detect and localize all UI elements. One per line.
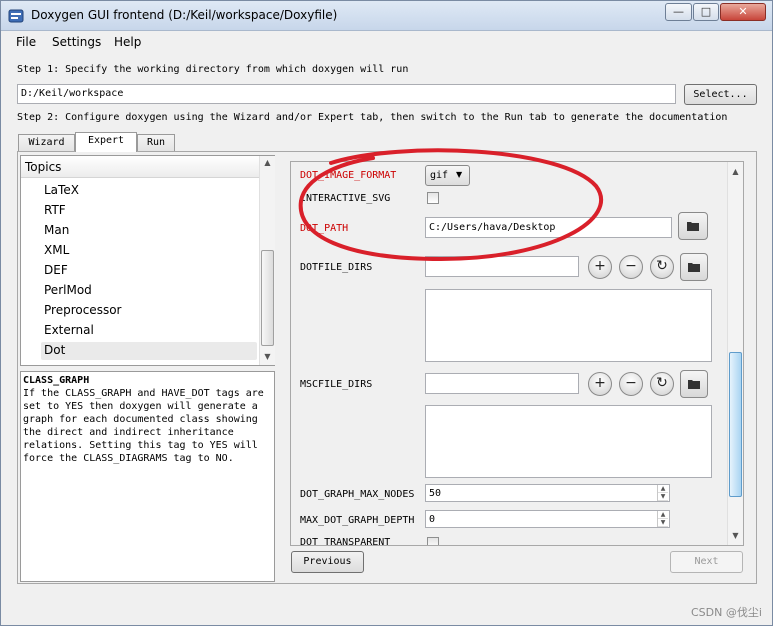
mscfile-dirs-add-button[interactable]: + <box>588 372 612 396</box>
mscfile-dirs-label: MSCFILE_DIRS <box>300 379 373 390</box>
working-directory-value: D:/Keil/workspace <box>21 88 124 99</box>
scroll-up-arrow-icon[interactable]: ▲ <box>260 158 275 167</box>
help-text-box: CLASS_GRAPH If the CLASS_GRAPH and HAVE_… <box>20 371 275 582</box>
max-dot-graph-depth-stepper[interactable]: ▲ ▼ <box>657 511 668 527</box>
tab-wizard[interactable]: Wizard <box>18 134 75 152</box>
dot-graph-max-nodes-label: DOT_GRAPH_MAX_NODES <box>300 489 415 500</box>
mscfile-dirs-refresh-button[interactable]: ↻ <box>650 372 674 396</box>
tab-run[interactable]: Run <box>137 134 175 152</box>
dot-graph-max-nodes-value: 50 <box>429 488 442 499</box>
topic-item-dot[interactable]: Dot <box>44 343 65 357</box>
topics-header: Topics <box>21 156 259 178</box>
max-dot-graph-depth-label: MAX_DOT_GRAPH_DEPTH <box>300 515 415 526</box>
menu-settings[interactable]: Settings <box>52 35 101 49</box>
main-window: Doxygen GUI frontend (D:/Keil/workspace/… <box>0 0 773 626</box>
menu-bar: File Settings Help <box>1 32 772 54</box>
topics-scroll-thumb[interactable] <box>261 250 274 346</box>
select-directory-button[interactable]: Select... <box>684 84 757 105</box>
dot-path-browse-button[interactable] <box>678 212 708 240</box>
mscfile-dirs-browse-button[interactable] <box>680 370 708 398</box>
help-line: If the CLASS_GRAPH and HAVE_DOT tags are <box>23 388 264 399</box>
settings-scroll-thumb[interactable] <box>729 352 742 497</box>
dotfile-dirs-list[interactable] <box>425 289 712 362</box>
dot-transparent-label: DOT_TRANSPARENT <box>300 537 391 546</box>
topic-item[interactable]: RTF <box>44 203 66 217</box>
help-title: CLASS_GRAPH <box>23 375 90 386</box>
dot-graph-max-nodes-spinbox[interactable]: 50 ▲ ▼ <box>425 484 670 502</box>
dotfile-dirs-remove-button[interactable]: − <box>619 255 643 279</box>
close-button[interactable]: ✕ <box>720 3 766 21</box>
help-line: set to YES then doxygen will generate a <box>23 401 258 412</box>
folder-icon <box>687 222 699 231</box>
step2-label: Step 2: Configure doxygen using the Wiza… <box>17 112 728 123</box>
mscfile-dirs-list[interactable] <box>425 405 712 478</box>
maximize-button[interactable]: □ <box>693 3 719 21</box>
max-dot-graph-depth-value: 0 <box>429 514 436 525</box>
topic-item[interactable]: LaTeX <box>44 183 79 197</box>
folder-icon <box>688 380 700 389</box>
help-line: force the CLASS_DIAGRAMS tag to NO. <box>23 453 234 464</box>
help-line: graph for each documented class showing <box>23 414 258 425</box>
help-line: the direct and indirect inheritance <box>23 427 234 438</box>
mscfile-dirs-remove-button[interactable]: − <box>619 372 643 396</box>
scroll-down-arrow-icon[interactable]: ▼ <box>260 352 275 361</box>
step1-label: Step 1: Specify the working directory fr… <box>17 64 409 75</box>
folder-icon <box>688 263 700 272</box>
help-line: relations. Setting this tag to YES will <box>23 440 258 451</box>
scroll-up-arrow-icon[interactable]: ▲ <box>728 167 743 176</box>
topic-item[interactable]: Man <box>44 223 69 237</box>
topics-list: Topics LaTeX RTF Man XML DEF PerlMod Pre… <box>20 155 275 366</box>
tab-expert[interactable]: Expert <box>75 132 137 152</box>
dotfile-dirs-refresh-button[interactable]: ↻ <box>650 255 674 279</box>
menu-file[interactable]: File <box>16 35 36 49</box>
topic-item[interactable]: PerlMod <box>44 283 92 297</box>
topic-item[interactable]: Preprocessor <box>44 303 121 317</box>
topic-item[interactable]: DEF <box>44 263 68 277</box>
dot-graph-max-nodes-stepper[interactable]: ▲ ▼ <box>657 485 668 501</box>
topic-item[interactable]: External <box>44 323 94 337</box>
mscfile-dirs-input[interactable] <box>425 373 579 394</box>
working-directory-input[interactable]: D:/Keil/workspace <box>17 84 676 104</box>
minimize-button[interactable]: — <box>665 3 692 21</box>
dotfile-dirs-browse-button[interactable] <box>680 253 708 281</box>
previous-button[interactable]: Previous <box>291 551 364 573</box>
max-dot-graph-depth-spinbox[interactable]: 0 ▲ ▼ <box>425 510 670 528</box>
menu-help[interactable]: Help <box>114 35 141 49</box>
annotation-stroke <box>298 148 604 262</box>
topic-item[interactable]: XML <box>44 243 69 257</box>
title-bar[interactable]: Doxygen GUI frontend (D:/Keil/workspace/… <box>1 1 772 31</box>
topics-header-label: Topics <box>25 160 62 174</box>
dot-transparent-checkbox[interactable] <box>427 537 439 545</box>
doxygen-app-icon <box>8 9 24 23</box>
topics-scrollbar[interactable]: ▲ ▼ <box>259 156 275 365</box>
topic-selected-highlight <box>41 342 257 360</box>
next-button[interactable]: Next <box>670 551 743 573</box>
settings-scrollbar[interactable]: ▲ ▼ <box>727 162 743 545</box>
scroll-down-arrow-icon[interactable]: ▼ <box>728 531 743 540</box>
watermark: CSDN @伐尘i <box>691 606 762 619</box>
window-title: Doxygen GUI frontend (D:/Keil/workspace/… <box>31 8 338 22</box>
red-annotation-ellipse <box>298 148 604 262</box>
